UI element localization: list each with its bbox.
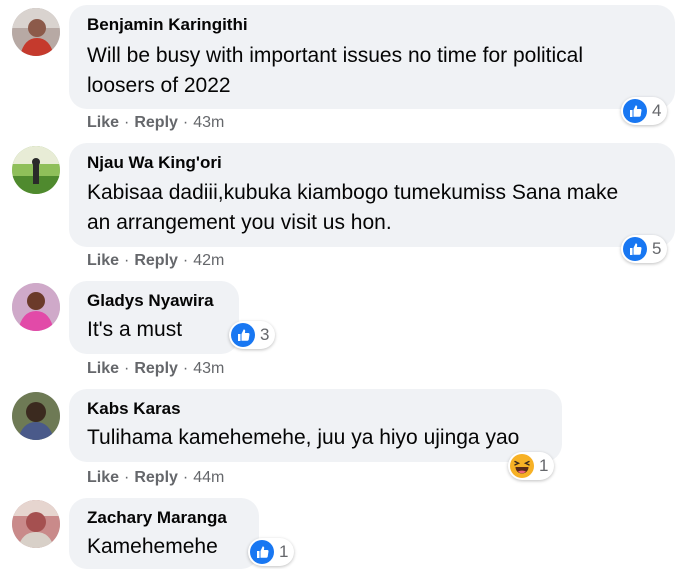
comment-actions: Like · Reply · 42m (87, 252, 224, 270)
separator: · (182, 360, 189, 377)
reaction-count[interactable]: 5 (621, 235, 668, 263)
comment-text-line: Kabisaa dadiii,kubuka kiambogo tumekumis… (87, 181, 619, 204)
comment-actions: Like · Reply · 44m (87, 469, 224, 487)
comment-text-line: Kamehemehe (87, 535, 218, 558)
reply-link[interactable]: Reply (134, 114, 178, 131)
comment-text-line: It's a must (87, 318, 183, 341)
reaction-count-value: 1 (279, 542, 289, 561)
comment-text: Tulihama kamehemehe, juu ya hiyo ujinga … (87, 423, 519, 453)
like-icon (623, 237, 647, 261)
like-icon (231, 323, 255, 347)
separator: · (124, 469, 130, 486)
reaction-count-value: 3 (260, 325, 270, 344)
comment-bubble: Kabs Karas Tulihama kamehemehe, juu ya h… (69, 389, 562, 462)
avatar[interactable] (12, 8, 60, 56)
reaction-count-value: 5 (652, 239, 662, 258)
reaction-count-value: 4 (652, 101, 662, 120)
comment-bubble: Njau Wa King'ori Kabisaa dadiii,kubuka k… (69, 143, 675, 247)
avatar[interactable] (12, 283, 60, 331)
comment-bubble: Zachary Maranga Kamehemehe (69, 498, 259, 569)
comment-text: Kamehemehe (87, 532, 218, 562)
comment-author[interactable]: Benjamin Karingithi (87, 15, 248, 35)
comment-author[interactable]: Kabs Karas (87, 399, 181, 419)
avatar[interactable] (12, 500, 60, 548)
like-link[interactable]: Like (87, 114, 119, 131)
reply-link[interactable]: Reply (134, 469, 178, 486)
separator: · (182, 469, 189, 486)
reply-link[interactable]: Reply (134, 360, 178, 377)
comment-time[interactable]: 43m (193, 114, 224, 131)
avatar-image (12, 283, 60, 331)
avatar-image (12, 392, 60, 440)
comment-text: Will be busy with important issues no ti… (87, 41, 583, 101)
comment-text: Kabisaa dadiii,kubuka kiambogo tumekumis… (87, 178, 618, 238)
avatar-image (12, 8, 60, 56)
avatar[interactable] (12, 392, 60, 440)
comment-time[interactable]: 43m (193, 360, 224, 377)
like-link[interactable]: Like (87, 252, 119, 269)
reaction-count[interactable]: 4 (621, 97, 668, 125)
separator: · (124, 114, 130, 131)
comment-time[interactable]: 42m (193, 252, 224, 269)
comment-author[interactable]: Njau Wa King'ori (87, 153, 222, 173)
comment-author[interactable]: Gladys Nyawira (87, 291, 214, 311)
reply-link[interactable]: Reply (134, 252, 178, 269)
comment-bubble: Gladys Nyawira It's a must (69, 281, 239, 354)
like-link[interactable]: Like (87, 360, 119, 377)
avatar-image (12, 500, 60, 548)
avatar[interactable] (12, 146, 60, 194)
comment-text-line: loosers of 2022 (87, 74, 231, 97)
reaction-count-value: 1 (539, 456, 549, 475)
comment-text-line: Will be busy with important issues no ti… (87, 44, 584, 67)
comment-text-line: an arrangement you visit us hon. (87, 211, 392, 234)
reaction-count[interactable]: 1 (508, 452, 555, 480)
like-icon (623, 99, 647, 123)
separator: · (124, 360, 130, 377)
comment-text: It's a must (87, 315, 182, 345)
separator: · (124, 252, 130, 269)
comment-text-line: Tulihama kamehemehe, juu ya hiyo ujinga … (87, 426, 520, 449)
separator: · (182, 252, 189, 269)
comment-actions: Like · Reply · 43m (87, 360, 224, 378)
comment-author[interactable]: Zachary Maranga (87, 508, 227, 528)
separator: · (182, 114, 189, 131)
like-link[interactable]: Like (87, 469, 119, 486)
avatar-image (12, 146, 60, 194)
reaction-count[interactable]: 1 (248, 538, 295, 566)
like-icon (250, 540, 274, 564)
comment-actions: Like · Reply · 43m (87, 114, 224, 132)
haha-icon (510, 454, 534, 478)
comment-bubble: Benjamin Karingithi Will be busy with im… (69, 5, 675, 109)
reaction-count[interactable]: 3 (229, 321, 276, 349)
comment-time[interactable]: 44m (193, 469, 224, 486)
